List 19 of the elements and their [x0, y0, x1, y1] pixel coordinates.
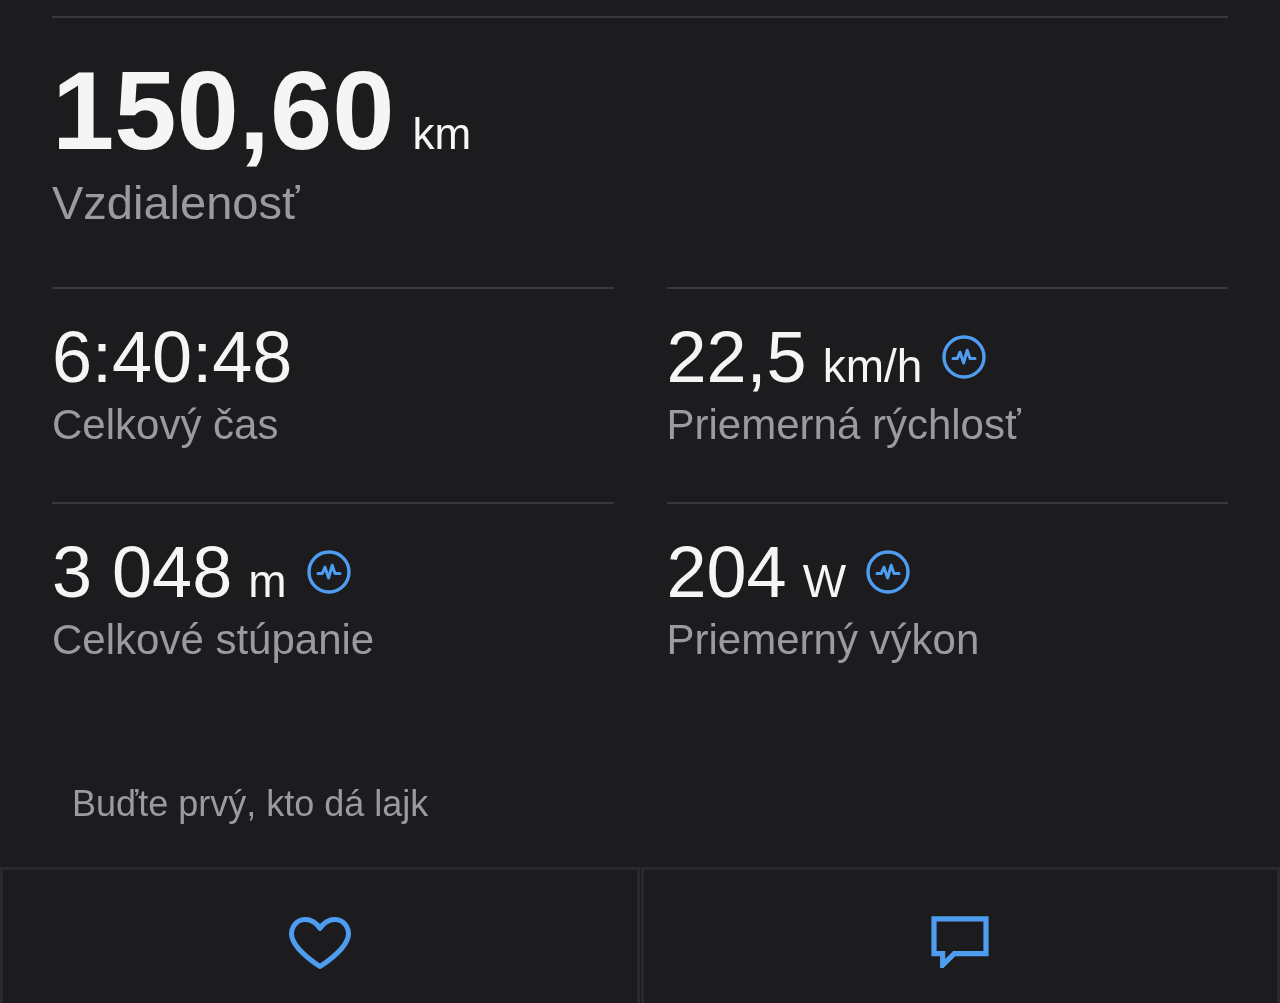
stat-value: 22,5 — [666, 321, 807, 393]
stat-value: 204 — [666, 536, 787, 608]
stat-value: 3 048 — [52, 536, 233, 608]
like-button[interactable] — [0, 867, 640, 1003]
distance-label: Vzdialenosť — [52, 179, 300, 226]
likes-text: Buďte prvý, kto dá lajk — [72, 786, 429, 822]
stat-label: Priemerný výkon — [666, 619, 980, 661]
stat-unit: km/h — [822, 343, 923, 389]
stat-unit: W — [802, 558, 847, 604]
stat-label: Celkový čas — [52, 404, 279, 446]
stat-label: Priemerná rýchlosť — [666, 404, 1021, 446]
stat-label: Celkové stúpanie — [52, 619, 375, 661]
comment-button[interactable] — [640, 867, 1280, 1003]
heart-icon — [287, 916, 352, 970]
distance-unit: km — [412, 112, 472, 156]
distance-value: 150,60 — [52, 55, 395, 167]
stat-unit: m — [248, 558, 287, 604]
speech-bubble-icon — [931, 916, 990, 968]
stat-value: 6:40:48 — [52, 321, 293, 393]
